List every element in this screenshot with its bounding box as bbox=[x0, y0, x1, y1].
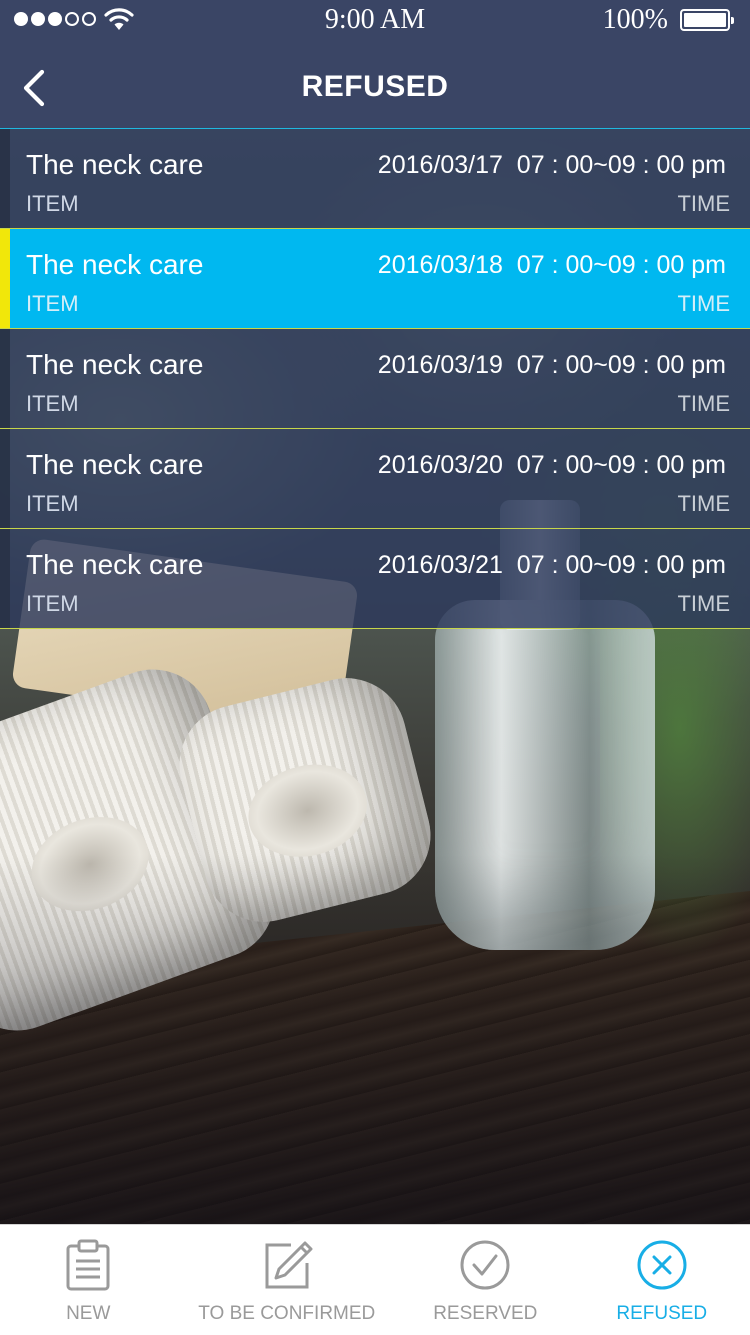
status-bar: 9:00 AM 100% bbox=[0, 0, 750, 40]
item-datetime: 2016/03/20 07 : 00~09 : 00 pm bbox=[377, 451, 726, 479]
tab-label: NEW bbox=[66, 1303, 111, 1324]
selection-marker bbox=[0, 529, 10, 628]
time-caption: TIME bbox=[677, 391, 730, 416]
item-name: The neck care bbox=[26, 249, 204, 280]
appointment-list: The neck care 2016/03/17 07 : 00~09 : 00… bbox=[0, 128, 750, 629]
item-name: The neck care bbox=[26, 149, 204, 180]
selection-marker bbox=[0, 329, 10, 428]
clipboard-icon bbox=[66, 1239, 110, 1291]
item-caption: ITEM bbox=[26, 291, 79, 316]
list-item[interactable]: The neck care 2016/03/20 07 : 00~09 : 00… bbox=[0, 428, 750, 528]
tab-label: RESERVED bbox=[433, 1303, 538, 1324]
battery-percentage: 100% bbox=[602, 4, 668, 35]
item-caption: ITEM bbox=[26, 491, 79, 516]
item-datetime: 2016/03/18 07 : 00~09 : 00 pm bbox=[377, 251, 726, 279]
battery-icon bbox=[680, 9, 734, 31]
page-title: REFUSED bbox=[301, 70, 449, 103]
time-caption: TIME bbox=[677, 491, 730, 516]
bottom-tab-bar: NEW TO BE CONFIRMED RESERVED REFUSED bbox=[0, 1224, 750, 1335]
list-item[interactable]: The neck care 2016/03/21 07 : 00~09 : 00… bbox=[0, 528, 750, 629]
time-caption: TIME bbox=[677, 591, 730, 616]
close-circle-icon bbox=[637, 1240, 687, 1290]
tab-new[interactable]: NEW bbox=[0, 1225, 176, 1335]
top-header: 9:00 AM 100% REFUSED bbox=[0, 0, 750, 128]
tab-reserved[interactable]: RESERVED bbox=[397, 1225, 573, 1335]
selection-marker bbox=[0, 429, 10, 528]
list-item[interactable]: The neck care 2016/03/19 07 : 00~09 : 00… bbox=[0, 328, 750, 428]
time-caption: TIME bbox=[677, 291, 730, 316]
selection-marker bbox=[0, 229, 10, 328]
item-caption: ITEM bbox=[26, 191, 79, 216]
item-datetime: 2016/03/19 07 : 00~09 : 00 pm bbox=[377, 351, 726, 379]
item-name: The neck care bbox=[26, 349, 204, 380]
list-item[interactable]: The neck care 2016/03/17 07 : 00~09 : 00… bbox=[0, 128, 750, 228]
selection-marker bbox=[0, 129, 10, 228]
item-caption: ITEM bbox=[26, 391, 79, 416]
item-datetime: 2016/03/17 07 : 00~09 : 00 pm bbox=[377, 151, 726, 179]
edit-icon bbox=[265, 1241, 313, 1289]
item-datetime: 2016/03/21 07 : 00~09 : 00 pm bbox=[377, 551, 726, 579]
tab-label: TO BE CONFIRMED bbox=[198, 1303, 376, 1324]
navigation-bar: REFUSED bbox=[0, 40, 750, 128]
item-name: The neck care bbox=[26, 449, 204, 480]
list-item-selected[interactable]: The neck care 2016/03/18 07 : 00~09 : 00… bbox=[0, 228, 750, 328]
check-circle-icon bbox=[460, 1240, 510, 1290]
item-name: The neck care bbox=[26, 549, 204, 580]
tab-to-be-confirmed[interactable]: TO BE CONFIRMED bbox=[176, 1225, 397, 1335]
item-caption: ITEM bbox=[26, 591, 79, 616]
time-caption: TIME bbox=[677, 191, 730, 216]
tab-label: REFUSED bbox=[616, 1303, 708, 1324]
tab-refused[interactable]: REFUSED bbox=[574, 1225, 750, 1335]
